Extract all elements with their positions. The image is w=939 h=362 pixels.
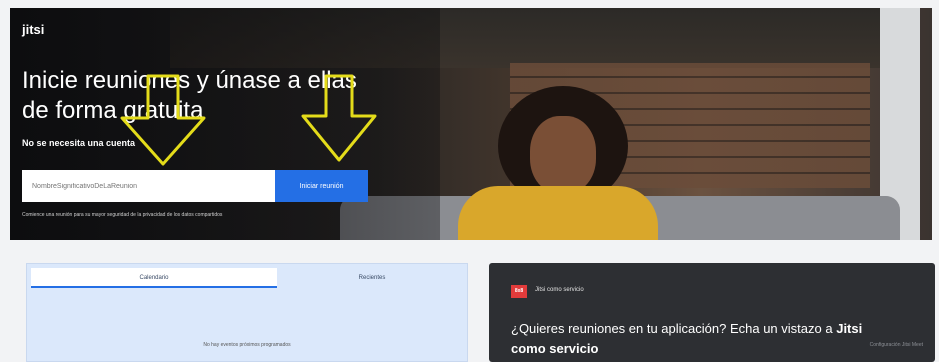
8x8-logo-icon: 8x8 xyxy=(511,285,527,298)
service-promo-prefix: ¿Quieres reuniones en tu aplicación? Ech… xyxy=(511,321,833,336)
start-meeting-button[interactable]: Iniciar reunión xyxy=(275,170,368,202)
jitsi-home-page: jitsi Inicie reuniones y únase a ellas d… xyxy=(0,0,939,362)
tab-calendar[interactable]: Calendario xyxy=(31,268,277,288)
tab-recent[interactable]: Recientes xyxy=(279,268,465,288)
service-faint-note: Configuración Jitsi Meet xyxy=(869,342,923,348)
hero-person-body xyxy=(458,186,658,240)
service-promo-text: ¿Quieres reuniones en tu aplicación? Ech… xyxy=(511,319,891,359)
jitsi-logo[interactable]: jitsi xyxy=(22,22,44,37)
service-card[interactable]: 8x8 Jitsi como servicio ¿Quieres reunion… xyxy=(489,263,935,362)
down-arrow-icon xyxy=(300,74,378,162)
empty-calendar-message: No hay eventos próximos programados xyxy=(203,342,291,348)
down-arrow-icon xyxy=(118,74,208,166)
meeting-name-input[interactable] xyxy=(22,170,276,202)
calendar-panel: Calendario Recientes No hay eventos próx… xyxy=(26,263,468,362)
hero-person-face xyxy=(530,116,596,194)
hero-note: Comience una reunión para su mayor segur… xyxy=(22,212,223,218)
service-label: Jitsi como servicio xyxy=(535,287,584,293)
